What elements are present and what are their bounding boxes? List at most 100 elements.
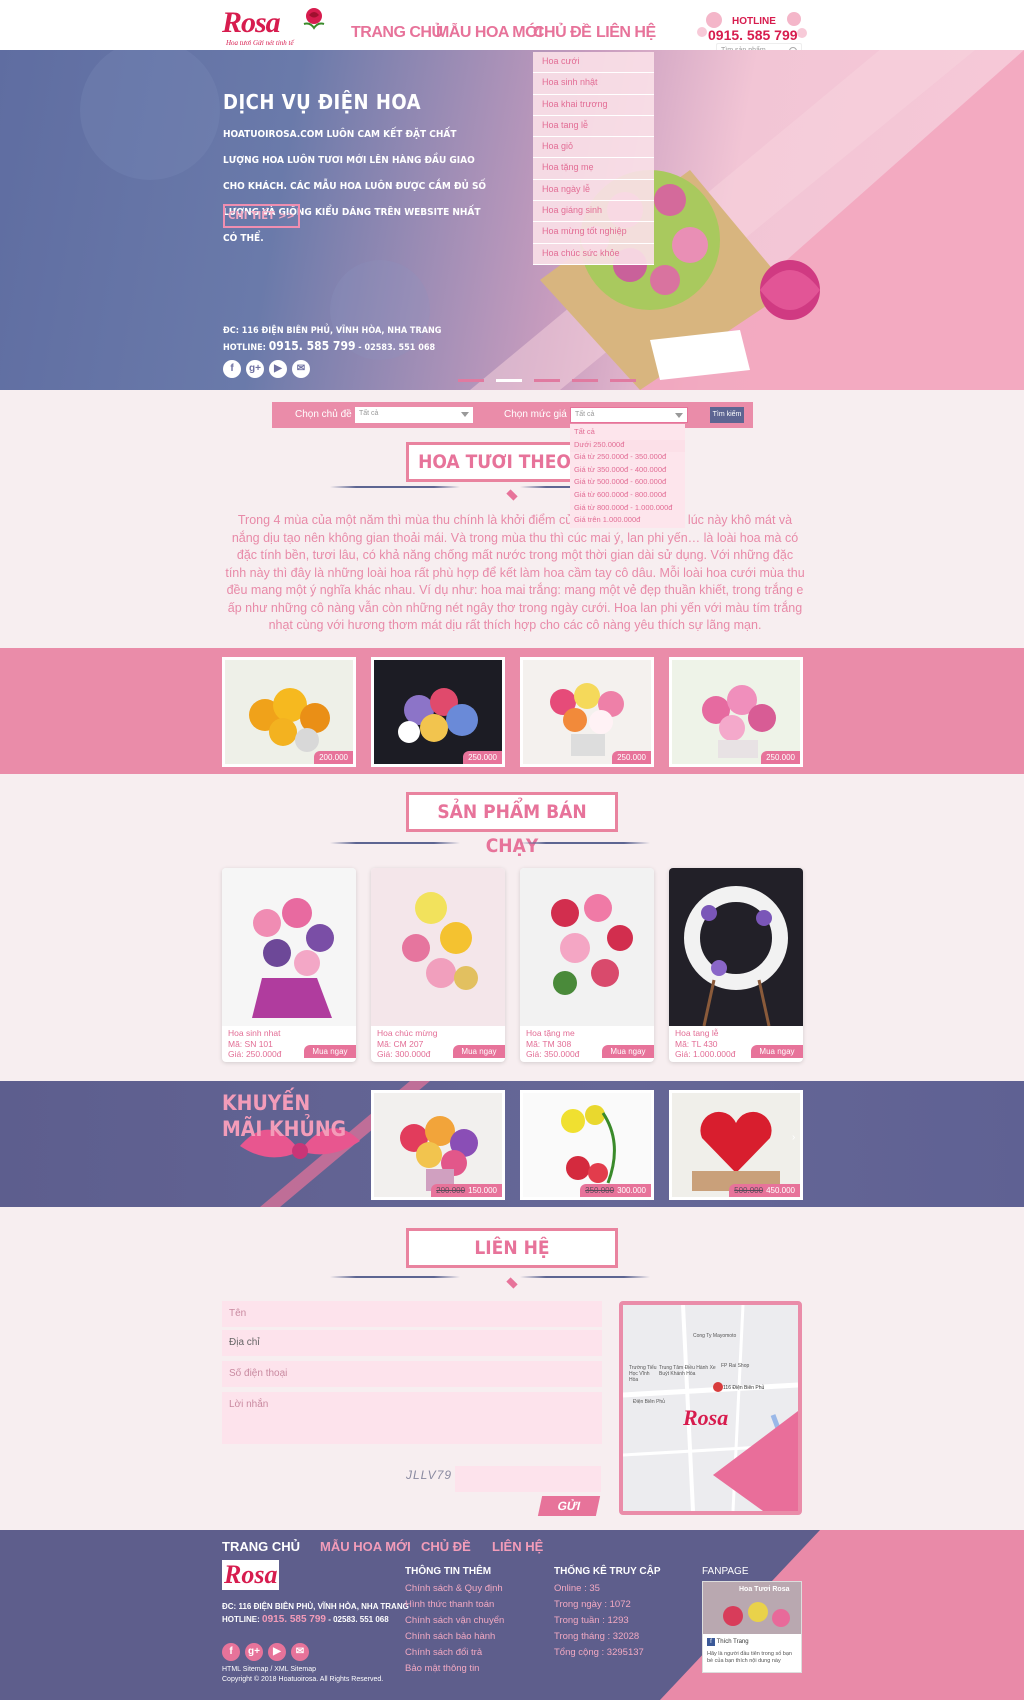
footer-link[interactable]: Chính sách đổi trả <box>405 1647 482 1658</box>
menu-item[interactable]: Hoa ngày lễ <box>533 180 654 202</box>
footer-link[interactable]: Chính sách & Quy định <box>405 1583 503 1594</box>
price-option[interactable]: Dưới 250.000đ <box>570 439 685 453</box>
promo-band <box>0 1081 1024 1207</box>
nav-topics[interactable]: CHỦ ĐỀ <box>533 24 592 42</box>
youtube-icon[interactable]: ▶ <box>268 1643 286 1661</box>
slider-dot[interactable] <box>610 379 636 382</box>
email-icon[interactable]: ✉ <box>292 360 310 378</box>
menu-item[interactable]: Hoa khai trương <box>533 95 654 116</box>
search-button[interactable]: Tìm kiếm <box>710 407 744 423</box>
facebook-icon[interactable]: f <box>223 360 241 378</box>
email-icon[interactable]: ✉ <box>291 1643 309 1661</box>
map[interactable]: Cong Ty Mayomoto Trung Tâm Điều Hành Xe … <box>619 1301 802 1515</box>
menu-item[interactable]: Hoa tang lễ <box>533 116 654 138</box>
product-card[interactable]: 250.000 <box>371 657 505 767</box>
menu-item[interactable]: Hoa mừng tốt nghiệp <box>533 222 654 244</box>
menu-item[interactable]: Hoa giỏ <box>533 137 654 159</box>
youtube-icon[interactable]: ▶ <box>269 360 287 378</box>
slider-dot[interactable] <box>458 379 484 382</box>
footer-nav-new-designs[interactable]: MẪU HOA MỚI <box>320 1539 411 1554</box>
price-option[interactable]: Giá trên 1.000.000đ <box>570 515 685 528</box>
name-field[interactable]: Tên <box>222 1301 602 1327</box>
buy-now-button[interactable]: Mua ngay <box>751 1045 803 1058</box>
footer-logo[interactable]: Rosa <box>222 1560 314 1594</box>
slider-dot-active[interactable] <box>496 379 522 382</box>
message-field[interactable]: Lời nhắn <box>222 1392 602 1444</box>
menu-item[interactable]: Hoa sinh nhật <box>533 73 654 95</box>
promo-card[interactable]: 350.000 300.000 <box>520 1090 654 1200</box>
price-option[interactable]: Giá từ 800.000đ - 1.000.000đ <box>570 503 685 516</box>
promo-title: KHUYẾN MÃI KHỦNG <box>222 1091 347 1141</box>
price-option[interactable]: Tất cả <box>570 427 685 440</box>
topic-select[interactable]: Tất cả <box>355 407 473 423</box>
social-links: f g+ ▶ ✉ <box>223 360 310 378</box>
footer-link[interactable]: Hình thức thanh toán <box>405 1599 494 1610</box>
slider-dot[interactable] <box>572 379 598 382</box>
menu-item[interactable]: Hoa chúc sức khỏe <box>533 244 654 265</box>
sitemap-link[interactable]: HTML Sitemap / XML Sitemap <box>222 1665 383 1675</box>
next-arrow-icon[interactable]: › <box>792 1132 795 1143</box>
product-image <box>374 660 502 764</box>
ribbon-decoration <box>240 1081 430 1207</box>
product-image <box>523 660 651 764</box>
promo-card[interactable]: 500.000 450.000 <box>669 1090 803 1200</box>
divider <box>330 1276 460 1278</box>
menu-item[interactable]: Hoa giáng sinh <box>533 201 654 223</box>
buy-now-button[interactable]: Mua ngay <box>304 1045 356 1058</box>
fanpage-widget[interactable]: Hoa Tươi Rosa f Thích Trang Hãy là người… <box>702 1581 802 1673</box>
footer-link[interactable]: Chính sách vận chuyển <box>405 1615 504 1626</box>
leaf-icon <box>506 1277 518 1289</box>
promo-card[interactable]: 200.000 150.000 <box>371 1090 505 1200</box>
nav-new-designs[interactable]: MẪU HOA MỚI <box>436 24 543 42</box>
menu-item[interactable]: Hoa tặng mẹ <box>533 158 654 180</box>
footer-nav-home[interactable]: TRANG CHỦ <box>222 1539 300 1554</box>
product-image <box>374 1093 502 1197</box>
product-card[interactable]: 250.000 <box>520 657 654 767</box>
like-page-button[interactable]: f Thích Trang <box>707 1638 749 1646</box>
section-title-contact: LIÊN HỆ <box>406 1228 618 1268</box>
footer-address: ĐC: 116 ĐIỆN BIÊN PHỦ, VĨNH HÒA, NHA TRA… <box>222 1602 409 1625</box>
price-option[interactable]: Giá từ 500.000đ - 600.000đ <box>570 477 685 490</box>
product-card[interactable]: 250.000 <box>669 657 803 767</box>
product-card[interactable]: 200.000 <box>222 657 356 767</box>
price-select[interactable]: Tất cả <box>570 407 688 423</box>
price-option[interactable]: Giá từ 250.000đ - 350.000đ <box>570 452 685 465</box>
product-image <box>523 1093 651 1197</box>
footer-nav-contact[interactable]: LIÊN HỆ <box>492 1539 543 1554</box>
footer-nav-topics[interactable]: CHỦ ĐỀ <box>421 1539 471 1554</box>
address-field[interactable]: Địa chỉ <box>222 1330 602 1356</box>
price-option[interactable]: Giá từ 350.000đ - 400.000đ <box>570 465 685 478</box>
facebook-icon[interactable]: f <box>222 1643 240 1661</box>
chevron-down-icon <box>675 413 683 418</box>
product-image <box>371 868 505 1026</box>
bestseller-card[interactable]: Hoa sinh nhat Mã: SN 101 Giá: 250.000đ M… <box>222 868 356 1062</box>
buy-now-button[interactable]: Mua ngay <box>602 1045 654 1058</box>
google-plus-icon[interactable]: g+ <box>245 1643 263 1661</box>
section-title-bestseller: SẢN PHẨM BÁN CHẠY <box>406 792 618 857</box>
bestseller-card[interactable]: Hoa tặng me Mã: TM 308 Giá: 350.000đ Mua… <box>520 868 654 1062</box>
phone-field[interactable]: Số điện thoại <box>222 1361 602 1387</box>
google-plus-icon[interactable]: g+ <box>246 360 264 378</box>
logo[interactable]: Rosa Hoa tươi Gửi nét tinh tế <box>220 6 332 47</box>
slider-dot[interactable] <box>534 379 560 382</box>
facebook-icon: f <box>707 1638 715 1646</box>
price-option[interactable]: Giá từ 600.000đ - 800.000đ <box>570 490 685 503</box>
nav-home[interactable]: TRANG CHỦ <box>351 24 443 42</box>
nav-contact[interactable]: LIÊN HỆ <box>596 24 656 42</box>
menu-item[interactable]: Hoa cưới <box>533 52 654 74</box>
bestseller-card[interactable]: Hoa chúc mừng Mã: CM 207 Giá: 300.000đ M… <box>371 868 505 1062</box>
leaf-icon <box>506 489 518 501</box>
bestseller-card[interactable]: Hoa tang lễ Mã: TL 430 Giá: 1.000.000đ M… <box>669 868 803 1062</box>
footer-link[interactable]: Bảo mật thông tin <box>405 1663 479 1674</box>
divider <box>330 486 460 488</box>
product-image <box>669 868 803 1026</box>
buy-now-button[interactable]: Mua ngay <box>453 1045 505 1058</box>
detail-button[interactable]: CHI TIẾT >> <box>223 204 300 228</box>
footer-background <box>660 1530 1024 1700</box>
hero-text: HOATUOIROSA.COM LUÔN CAM KẾT ĐẶT CHẤT LƯ… <box>223 129 487 244</box>
captcha-input[interactable] <box>455 1466 601 1492</box>
product-image <box>225 660 353 764</box>
send-button[interactable]: GỬI <box>537 1496 601 1516</box>
footer-link[interactable]: Chính sách bảo hành <box>405 1631 495 1642</box>
slider-dots <box>458 379 636 382</box>
